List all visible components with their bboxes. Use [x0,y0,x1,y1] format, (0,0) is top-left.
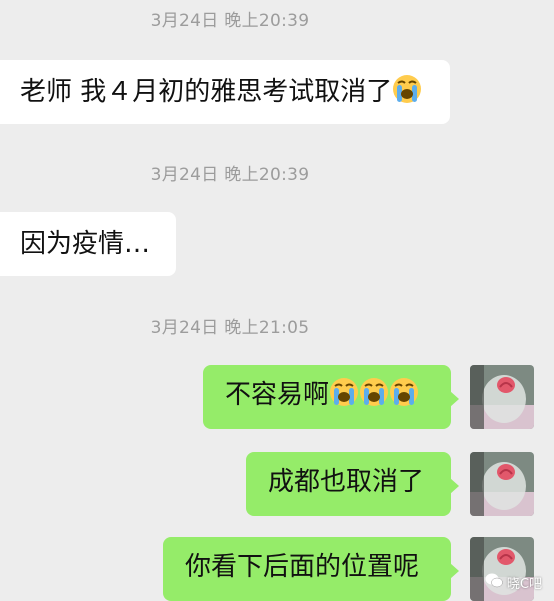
loudly-crying-face-icon [329,377,359,407]
received-message-bubble[interactable]: 老师 我４月初的雅思考试取消了 [0,60,450,124]
message-text: 因为疫情… [20,229,151,259]
watermark-text: 晓C吧 [506,577,542,592]
message-text: 你看下后面的位置呢 [185,552,420,582]
avatar[interactable] [470,452,534,516]
message-text: 不容易啊 [225,380,330,410]
timestamp: 3月24日 晚上21:05 [150,318,310,338]
watermark: 晓C吧 [485,573,542,592]
message-text: 老师 我４月初的雅思考试取消了 [20,77,393,107]
avatar[interactable] [470,365,534,429]
loudly-crying-face-icon [392,74,422,104]
message-text: 成都也取消了 [268,467,425,497]
loudly-crying-face-icon [389,377,419,407]
sent-message-bubble[interactable]: 你看下后面的位置呢 [163,537,459,601]
wechat-logo-icon [485,573,503,592]
timestamp: 3月24日 晚上20:39 [150,165,310,185]
sent-message-bubble[interactable]: 不容易啊 [203,365,459,429]
loudly-crying-face-icon [359,377,389,407]
sent-message-bubble[interactable]: 成都也取消了 [246,452,459,516]
timestamp: 3月24日 晚上20:39 [150,11,310,31]
received-message-bubble[interactable]: 因为疫情… [0,212,176,276]
